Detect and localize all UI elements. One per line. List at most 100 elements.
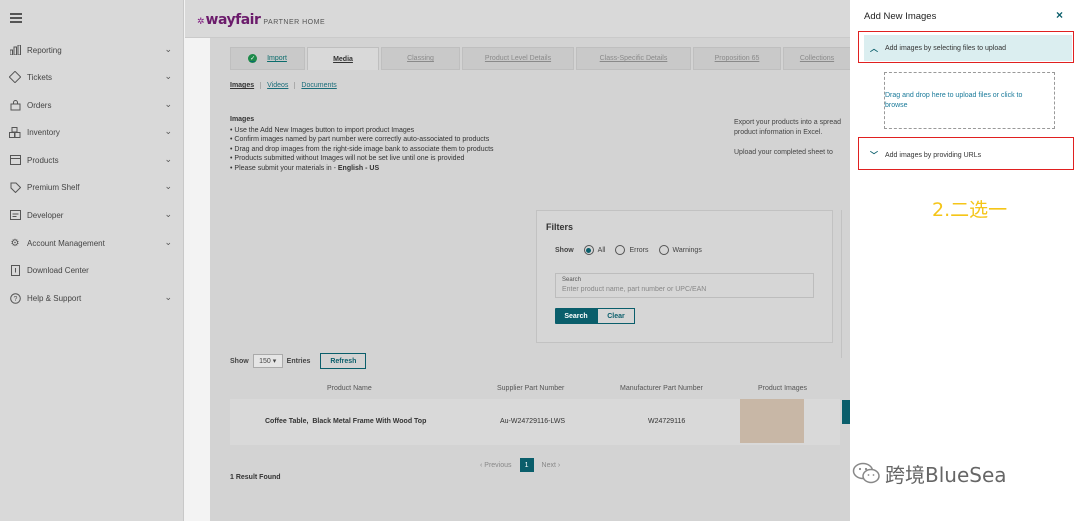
watermark-text: 跨境BlueSea <box>885 462 1007 487</box>
product-image-dropzone[interactable] <box>740 399 804 443</box>
sidebar-item-label: Inventory <box>27 127 60 137</box>
product-name-text: Black Metal Frame With Wood Top <box>312 418 427 425</box>
image-instructions: Images • Use the Add New Images button t… <box>230 115 550 173</box>
export-text: product information in Excel. <box>734 129 823 136</box>
search-label: Search <box>562 277 582 283</box>
sidebar-item-inventory[interactable]: Inventory ⌄ <box>0 122 184 142</box>
tab-label: Class-Specific Details <box>599 55 668 62</box>
tab-label: Classing <box>407 55 434 62</box>
column-header-product-name: Product Name <box>327 385 372 392</box>
tab-collections[interactable]: Collections <box>783 47 851 70</box>
subtab-documents[interactable]: Documents <box>295 82 342 89</box>
instruction-text: Please submit your materials in - <box>234 164 338 172</box>
chevron-down-icon: ⌄ <box>164 71 172 81</box>
clear-button[interactable]: Clear <box>597 308 635 324</box>
tab-proposition-65[interactable]: Proposition 65 <box>693 47 781 70</box>
subtab-videos[interactable]: Videos <box>261 82 296 89</box>
upload-text: Upload your completed sheet to <box>734 149 833 156</box>
wayfair-logo[interactable]: ✲ wayfair PARTNER HOME <box>197 12 325 28</box>
export-info: Export your products into a spread produ… <box>734 118 854 158</box>
page: Reporting ⌄ Tickets ⌄ Orders ⌄ Inventory… <box>0 0 1080 521</box>
search-input[interactable] <box>562 286 807 293</box>
chevron-down-icon: ⌄ <box>164 44 172 54</box>
column-header-product-images: Product Images <box>758 385 808 392</box>
next-page-link[interactable]: Next › <box>542 462 561 469</box>
logo-subtitle: PARTNER HOME <box>263 19 326 26</box>
sidebar-item-account-management[interactable]: ⚙ Account Management ⌄ <box>0 233 184 253</box>
radio-label: Errors <box>629 246 649 254</box>
instructions-title: Images <box>230 116 255 123</box>
sidebar-item-label: Premium Shelf <box>27 182 80 192</box>
radio-warnings[interactable] <box>658 245 669 255</box>
sidebar-item-orders[interactable]: Orders ⌄ <box>0 95 184 115</box>
logo-pinwheel-icon: ✲ <box>197 16 205 26</box>
file-dropzone[interactable]: Drag and drop here to upload files or cl… <box>884 72 1055 129</box>
filter-show-row: Show All Errors Warnings <box>555 245 702 255</box>
sidebar-item-label: Account Management <box>27 238 105 248</box>
sidebar-item-help-support[interactable]: ? Help & Support ⌄ <box>0 288 184 308</box>
tab-import[interactable]: ✓ Import <box>230 47 305 70</box>
radio-label: Warnings <box>672 246 702 254</box>
instruction-item: • Use the Add New Images button to impor… <box>230 126 415 134</box>
svg-text:?: ? <box>13 296 17 303</box>
sidebar-item-label: Tickets <box>27 72 53 82</box>
close-icon[interactable]: × <box>1056 8 1063 22</box>
search-button[interactable]: Search <box>555 308 597 324</box>
sidebar-item-tickets[interactable]: Tickets ⌄ <box>0 67 184 87</box>
highlight-box <box>858 31 1074 63</box>
tab-classing[interactable]: Classing <box>381 47 460 70</box>
sidebar: Reporting ⌄ Tickets ⌄ Orders ⌄ Inventory… <box>0 0 184 521</box>
export-text: Export your products into a spread <box>734 119 842 126</box>
tab-label: Media <box>333 55 353 63</box>
entries-control: Show 150 ▾ Entries Refresh <box>230 353 367 369</box>
sidebar-item-reporting[interactable]: Reporting ⌄ <box>0 40 184 60</box>
instruction-item: • Products submitted without Images will… <box>230 155 465 162</box>
browse-link[interactable]: browse <box>885 101 1056 111</box>
tab-product-level-details[interactable]: Product Level Details <box>462 47 574 70</box>
instruction-text: Use the Add New Images button to import … <box>234 126 415 134</box>
column-header-manufacturer-part: Manufacturer Part Number <box>620 385 703 392</box>
watermark: 跨境BlueSea <box>850 458 1080 488</box>
chevron-down-icon: ⌄ <box>164 126 172 136</box>
help-icon: ? <box>9 292 21 304</box>
chevron-down-icon: ⌄ <box>164 292 172 302</box>
instruction-item: • Please submit your materials in - Engl… <box>230 164 380 172</box>
document-icon <box>9 264 21 276</box>
highlight-box <box>858 137 1074 170</box>
image-bank-toggle[interactable] <box>842 400 850 424</box>
refresh-button[interactable]: Refresh <box>320 353 367 369</box>
ticket-icon <box>9 71 21 83</box>
radio-all[interactable] <box>583 245 594 255</box>
menu-icon[interactable] <box>10 13 22 23</box>
entries-select[interactable]: 150 ▾ <box>252 354 283 368</box>
instruction-text: Products submitted without Images will n… <box>234 155 465 162</box>
chevron-down-icon: ⌄ <box>164 209 172 219</box>
top-header: ✲ wayfair PARTNER HOME <box>185 0 850 38</box>
sidebar-item-developer[interactable]: Developer ⌄ <box>0 205 184 225</box>
panel-title: Add New Images <box>864 11 937 22</box>
search-field[interactable]: Search <box>555 273 814 298</box>
caret-down-icon: ▾ <box>272 358 277 365</box>
product-icon <box>9 154 21 166</box>
main-content: ✓ Import Media Classing Product Level De… <box>210 38 853 521</box>
tab-class-specific-details[interactable]: Class-Specific Details <box>576 47 691 70</box>
annotation-text: 2.二选一 <box>932 199 1008 221</box>
previous-page-link[interactable]: ‹ Previous <box>480 462 512 469</box>
tab-label: Proposition 65 <box>714 55 760 62</box>
page-number-current[interactable]: 1 <box>519 458 534 472</box>
filters-title: Filters <box>546 222 574 232</box>
supplier-part-cell: Au-W24729116-LWS <box>500 418 566 425</box>
add-images-panel: Add New Images × ︿ Add images by selecti… <box>850 0 1080 521</box>
sidebar-item-products[interactable]: Products ⌄ <box>0 150 184 170</box>
chevron-down-icon: ⌄ <box>164 181 172 191</box>
sidebar-item-premium-shelf[interactable]: Premium Shelf ⌄ <box>0 177 184 197</box>
entries-label: Entries <box>286 357 311 365</box>
subtab-images[interactable]: Images <box>230 82 262 89</box>
radio-errors[interactable] <box>615 245 626 255</box>
sidebar-item-label: Help & Support <box>27 293 82 303</box>
tab-label: Import <box>267 55 287 62</box>
step-tabs: ✓ Import Media Classing Product Level De… <box>230 47 853 70</box>
sidebar-item-download-center[interactable]: Download Center <box>0 260 184 280</box>
tab-media[interactable]: Media <box>307 47 379 70</box>
sidebar-item-label: Reporting <box>27 45 62 55</box>
